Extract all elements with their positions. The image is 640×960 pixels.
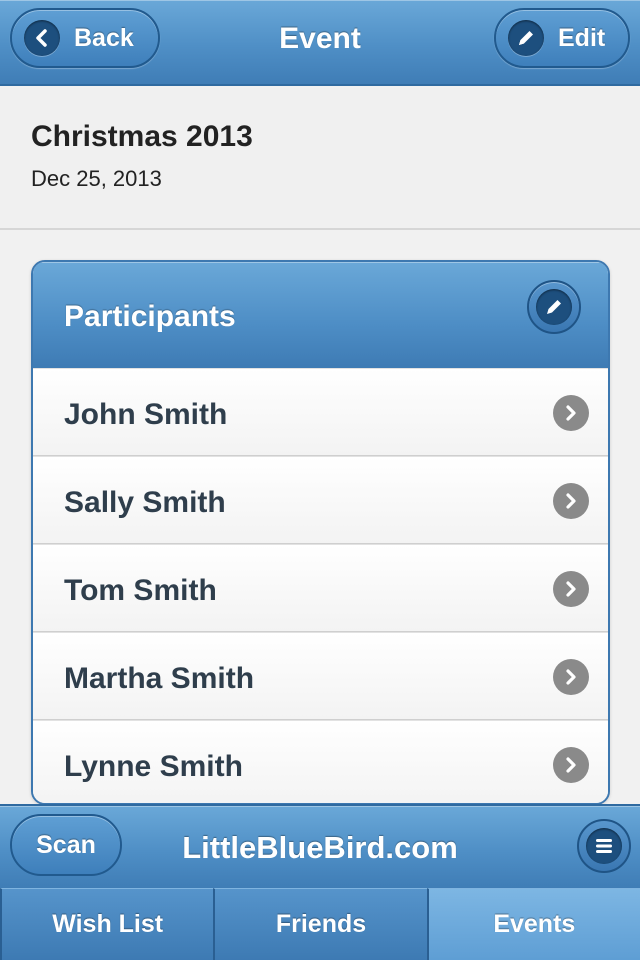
tab-bar: Wish List Friends Events xyxy=(0,888,640,960)
pencil-icon xyxy=(536,289,572,325)
site-title: LittleBlueBird.com xyxy=(182,830,458,865)
participants-list: John Smith Sally Smith Tom Smith Martha … xyxy=(33,368,608,803)
chevron-right-icon xyxy=(553,747,589,783)
participants-card: Participants John Smith Sally Smith Tom … xyxy=(31,260,610,805)
participant-row[interactable]: Tom Smith xyxy=(33,544,608,632)
menu-button[interactable] xyxy=(577,819,631,873)
edit-button[interactable]: Edit xyxy=(494,8,630,68)
tab-events[interactable]: Events xyxy=(426,888,640,960)
footer-bar: Scan LittleBlueBird.com xyxy=(0,804,640,888)
participant-name: Lynne Smith xyxy=(64,750,243,783)
tab-friends[interactable]: Friends xyxy=(213,888,427,960)
menu-icon xyxy=(586,828,622,864)
participants-title: Participants xyxy=(64,300,236,333)
pencil-icon xyxy=(508,20,544,56)
participant-name: Sally Smith xyxy=(64,486,226,519)
participant-name: Martha Smith xyxy=(64,662,255,695)
header-bar: Back Event Edit xyxy=(0,0,640,86)
event-date: Dec 25, 2013 xyxy=(31,166,162,191)
participants-header: Participants xyxy=(33,262,608,368)
participant-row[interactable]: Lynne Smith xyxy=(33,720,608,803)
chevron-right-icon xyxy=(553,483,589,519)
participant-row[interactable]: Sally Smith xyxy=(33,456,608,544)
participant-row[interactable]: Martha Smith xyxy=(33,632,608,720)
participant-name: John Smith xyxy=(64,398,228,431)
participant-name: Tom Smith xyxy=(64,574,217,607)
chevron-right-icon xyxy=(553,395,589,431)
participant-row[interactable]: John Smith xyxy=(33,368,608,456)
edit-participants-button[interactable] xyxy=(527,280,581,334)
chevron-right-icon xyxy=(553,571,589,607)
chevron-right-icon xyxy=(553,659,589,695)
tab-wish-list[interactable]: Wish List xyxy=(0,888,214,960)
edit-button-label: Edit xyxy=(558,23,606,52)
event-info: Christmas 2013 Dec 25, 2013 xyxy=(0,88,640,230)
event-name: Christmas 2013 xyxy=(31,120,253,153)
